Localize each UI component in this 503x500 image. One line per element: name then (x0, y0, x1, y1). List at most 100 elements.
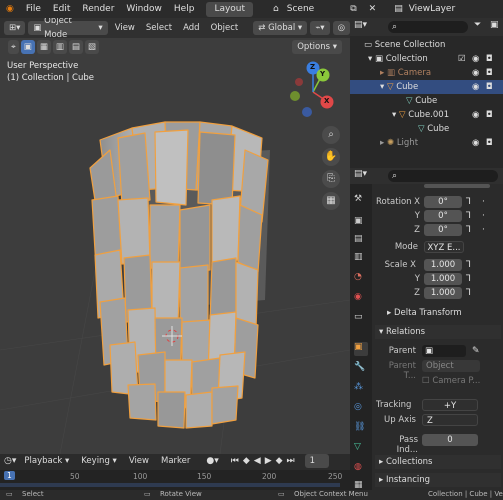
relations-panel[interactable]: ▾ Relations (375, 325, 501, 339)
record-icon[interactable]: ●▾ (206, 456, 218, 466)
scene-browse-icon[interactable]: ⧉ (344, 0, 362, 18)
camera-render-icon[interactable]: ◘ (486, 52, 493, 66)
outliner-row-light[interactable]: ▸ ✺ Light ◉ ◘ (350, 136, 503, 150)
camera-render-icon[interactable]: ◘ (486, 136, 493, 150)
outliner-editor-icon[interactable]: ▤▾ (354, 20, 367, 30)
scene-close-icon[interactable]: ✕ (363, 0, 383, 18)
keyframe-dot-icon[interactable]: · (482, 211, 485, 221)
eye-icon[interactable]: ◉ (472, 66, 479, 80)
object-tab-icon[interactable]: ▣ (354, 342, 368, 356)
scale-y-field[interactable]: 1.000 (424, 273, 462, 285)
physics-tab-icon[interactable]: ◎ (354, 402, 368, 416)
pass-index-field[interactable]: 0 (422, 434, 478, 446)
rotation-x-field[interactable]: 0° (424, 196, 462, 208)
play-reverse-icon[interactable]: ◀ (254, 456, 261, 466)
rotation-mode-dropdown[interactable]: XYZ E... (424, 241, 464, 253)
menu-render[interactable]: Render (76, 0, 120, 18)
menu-keying[interactable]: Keying ▾ (77, 456, 121, 466)
location-z-field-partial[interactable] (424, 184, 490, 188)
outliner-row-collection[interactable]: ▾ ▣ Collection ☑ ◉ ◘ (350, 52, 503, 66)
filter-icon[interactable]: ⏷ (474, 20, 481, 30)
outliner-row-scene-collection[interactable]: ▭ Scene Collection (350, 38, 503, 52)
workspace-tab-layout[interactable]: Layout (206, 1, 254, 17)
timeline-ruler[interactable]: 1 50 100 150 200 250 (0, 470, 350, 490)
playhead[interactable]: 1 (4, 471, 15, 480)
camera-render-icon[interactable]: ◘ (486, 80, 493, 94)
rotation-y-field[interactable]: 0° (424, 210, 462, 222)
pan-hand-icon[interactable]: ✋ (322, 148, 340, 166)
eye-icon[interactable]: ◉ (472, 136, 479, 150)
next-keyframe-icon[interactable]: ◆ (276, 456, 283, 466)
view-layer-tab-icon[interactable]: ▥ (354, 252, 368, 266)
menu-playback[interactable]: Playback ▾ (20, 456, 73, 466)
lock-icon[interactable]: ⅂ (466, 274, 471, 284)
outliner-search-field[interactable]: ⌕ (388, 21, 468, 33)
lock-icon[interactable]: ⅂ (466, 260, 471, 270)
particles-tab-icon[interactable]: ⁂ (354, 382, 368, 396)
eye-icon[interactable]: ◉ (472, 80, 479, 94)
jump-start-icon[interactable]: ⏮ (231, 456, 239, 466)
checkbox-icon[interactable]: ☑ (458, 52, 466, 66)
collections-panel[interactable]: ▸ Collections (375, 455, 501, 469)
delta-transform-panel[interactable]: ▸ Delta Transform (375, 306, 501, 320)
keyframe-dot-icon[interactable]: · (482, 197, 485, 207)
tool-tab-icon[interactable]: ⚒ (354, 194, 368, 208)
parent-field[interactable]: ▣ (422, 345, 466, 357)
menu-timeline-view[interactable]: View (125, 456, 153, 466)
collection-tab-icon[interactable]: ▭ (354, 312, 368, 326)
output-tab-icon[interactable]: ▤ (354, 234, 368, 248)
scene-icon[interactable]: ⌂ (267, 0, 285, 18)
jump-end-icon[interactable]: ⏭ (287, 456, 295, 466)
scene-tab-icon[interactable]: ◔ (354, 272, 368, 286)
instancing-panel[interactable]: ▸ Instancing (375, 473, 501, 487)
render-tab-icon[interactable]: ▣ (354, 216, 368, 230)
menu-window[interactable]: Window (120, 0, 168, 18)
rotation-z-field[interactable]: 0° (424, 224, 462, 236)
outliner-row-cube[interactable]: ▾ ▽ Cube ◉ ◘ (350, 80, 503, 94)
camera-view-icon[interactable]: ⎘ (322, 170, 340, 188)
parent-type-dropdown[interactable]: Object (422, 360, 480, 372)
material-tab-icon[interactable]: ◍ (354, 462, 368, 476)
outliner-row-cube001-mesh[interactable]: ▽ Cube (350, 122, 503, 136)
world-tab-icon[interactable]: ◉ (354, 292, 368, 306)
eye-icon[interactable]: ◉ (472, 52, 479, 66)
camera-parent-checkbox[interactable]: ☐ Camera P... (422, 376, 480, 386)
play-icon[interactable]: ▶ (265, 456, 272, 466)
current-frame-field[interactable]: 1 (304, 454, 329, 468)
view-layer-name[interactable]: ViewLayer (409, 0, 461, 18)
lock-icon[interactable]: ⅂ (466, 288, 471, 298)
lock-icon[interactable]: ⅂ (466, 211, 471, 221)
ortho-grid-icon[interactable]: ▦ (322, 192, 340, 210)
timeline-editor-icon[interactable]: ◷▾ (4, 456, 16, 466)
menu-marker[interactable]: Marker (157, 456, 194, 466)
scale-z-field[interactable]: 1.000 (424, 287, 462, 299)
menu-edit[interactable]: Edit (47, 0, 76, 18)
eye-icon[interactable]: ◉ (472, 108, 479, 122)
eyedropper-icon[interactable]: ✎ (472, 346, 480, 356)
menu-help[interactable]: Help (168, 0, 201, 18)
constraints-tab-icon[interactable]: ⛓ (354, 422, 368, 436)
scene-name[interactable]: Scene (285, 0, 320, 18)
prev-keyframe-icon[interactable]: ◆ (243, 456, 250, 466)
menu-file[interactable]: File (20, 0, 47, 18)
properties-editor-icon[interactable]: ▤▾ (354, 169, 367, 179)
new-collection-icon[interactable]: ▣ (490, 20, 499, 30)
3d-viewport[interactable]: ⊞▾ ▣ Object Mode ▾ View Select Add Objec… (0, 18, 350, 454)
scale-x-field[interactable]: 1.000 (424, 259, 462, 271)
lock-icon[interactable]: ⅂ (466, 197, 471, 207)
outliner-row-cube-mesh[interactable]: ▽ Cube (350, 94, 503, 108)
keyframe-dot-icon[interactable]: · (482, 225, 485, 235)
camera-render-icon[interactable]: ◘ (486, 108, 493, 122)
outliner-row-camera[interactable]: ▸ ▥ Camera ◉ ◘ (350, 66, 503, 80)
data-tab-icon[interactable]: ▽ (354, 442, 368, 456)
outliner-row-cube001[interactable]: ▾ ▽ Cube.001 ◉ ◘ (350, 108, 503, 122)
lock-icon[interactable]: ⅂ (466, 225, 471, 235)
up-axis-dropdown[interactable]: Z (422, 414, 478, 426)
zoom-icon[interactable]: ⌕ (322, 126, 340, 144)
view-layer-icon[interactable]: ▤ (388, 0, 409, 18)
tracking-axis-dropdown[interactable]: +Y (422, 399, 478, 411)
camera-render-icon[interactable]: ◘ (486, 66, 493, 80)
properties-search-field[interactable]: ⌕ (388, 170, 498, 182)
blender-logo-icon[interactable]: ◉ (0, 0, 20, 18)
modifier-tab-icon[interactable]: 🔧 (354, 362, 368, 376)
